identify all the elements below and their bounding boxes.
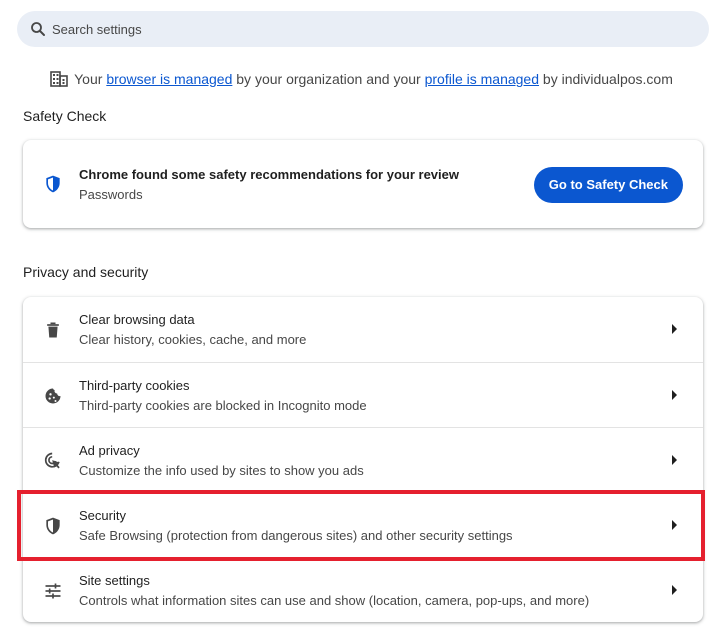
row-subtitle: Customize the info used by sites to show… <box>79 463 364 478</box>
trash-icon <box>47 322 59 338</box>
safety-check-title: Chrome found some safety recommendations… <box>79 167 459 182</box>
chevron-right-icon <box>672 520 677 530</box>
profile-managed-link[interactable]: profile is managed <box>425 71 539 87</box>
go-to-safety-check-button[interactable]: Go to Safety Check <box>533 167 683 203</box>
row-subtitle: Safe Browsing (protection from dangerous… <box>79 528 513 543</box>
search-placeholder: Search settings <box>52 22 142 37</box>
privacy-security-card: Clear browsing data Clear history, cooki… <box>23 297 703 622</box>
chevron-right-icon <box>672 455 677 465</box>
shield-icon <box>46 517 60 535</box>
row-subtitle: Clear history, cookies, cache, and more <box>79 332 307 347</box>
managed-suffix: by individualpos.com <box>539 71 673 87</box>
search-icon <box>31 22 45 36</box>
clear-browsing-data-row[interactable]: Clear browsing data Clear history, cooki… <box>23 297 703 362</box>
tune-icon <box>45 583 61 599</box>
row-subtitle: Controls what information sites can use … <box>79 593 590 608</box>
building-icon <box>50 71 68 87</box>
managed-notice: Your browser is managed by your organiza… <box>0 70 723 88</box>
search-input[interactable]: Search settings <box>17 11 709 47</box>
privacy-security-heading: Privacy and security <box>23 264 149 280</box>
site-settings-row[interactable]: Site settings Controls what information … <box>23 557 703 622</box>
safety-check-subtitle: Passwords <box>79 187 143 202</box>
row-subtitle: Third-party cookies are blocked in Incog… <box>79 398 367 413</box>
row-title: Ad privacy <box>79 443 140 458</box>
chevron-right-icon <box>672 390 677 400</box>
cookie-icon <box>45 388 61 404</box>
row-title: Clear browsing data <box>79 312 195 327</box>
ad-privacy-row[interactable]: Ad privacy Customize the info used by si… <box>23 427 703 492</box>
managed-middle: by your organization and your <box>232 71 425 87</box>
safety-check-heading: Safety Check <box>23 108 107 124</box>
shield-check-icon <box>46 175 60 193</box>
row-title: Security <box>79 508 126 523</box>
ad-privacy-icon <box>44 452 60 469</box>
safety-check-card: Chrome found some safety recommendations… <box>23 140 703 228</box>
chevron-right-icon <box>672 585 677 595</box>
managed-prefix: Your <box>74 71 107 87</box>
browser-managed-link[interactable]: browser is managed <box>106 71 232 87</box>
security-row[interactable]: Security Safe Browsing (protection from … <box>23 492 703 557</box>
row-title: Site settings <box>79 573 150 588</box>
third-party-cookies-row[interactable]: Third-party cookies Third-party cookies … <box>23 362 703 427</box>
chevron-right-icon <box>672 324 677 334</box>
row-title: Third-party cookies <box>79 378 190 393</box>
